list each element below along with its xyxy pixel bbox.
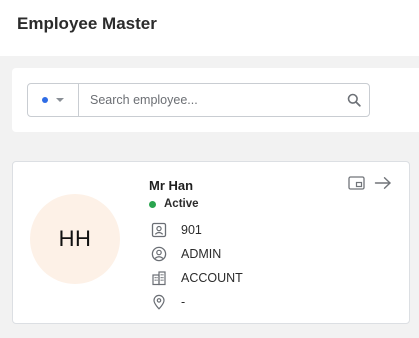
dot-icon [42,97,48,103]
arrow-right-icon [374,176,392,195]
search-input[interactable] [79,84,339,116]
employee-id-row: 901 [150,221,202,239]
page-title: Employee Master [17,14,157,33]
employee-role: ADMIN [181,247,222,261]
id-badge-icon [150,222,167,239]
status-dot-icon [149,200,156,208]
avatar: HH [30,194,120,284]
picture-in-picture-icon [347,175,365,195]
employee-department: ACCOUNT [181,271,243,285]
status-text: Active [164,198,199,210]
open-employee-button[interactable] [373,176,393,194]
employee-id: 901 [181,223,202,237]
employee-name: Mr Han [149,178,194,193]
map-pin-icon [150,294,167,311]
search-panel [12,68,419,132]
filter-dropdown[interactable] [28,84,79,116]
avatar-initials: HH [58,226,92,251]
chevron-down-icon [56,98,64,102]
search-box [27,83,370,117]
employee-card[interactable]: HH Mr Han Active 901 ADMIN ACCOUNT - [12,161,410,324]
employee-role-row: ADMIN [150,245,221,263]
employee-location-row: - [150,293,185,311]
page-header: Employee Master [0,0,419,56]
employee-location: - [181,295,186,309]
preview-button[interactable] [346,175,366,195]
employee-department-row: ACCOUNT [150,269,243,287]
user-circle-icon [150,246,167,263]
search-icon[interactable] [339,84,369,116]
building-icon [150,270,167,287]
status-badge: Active [149,198,199,210]
